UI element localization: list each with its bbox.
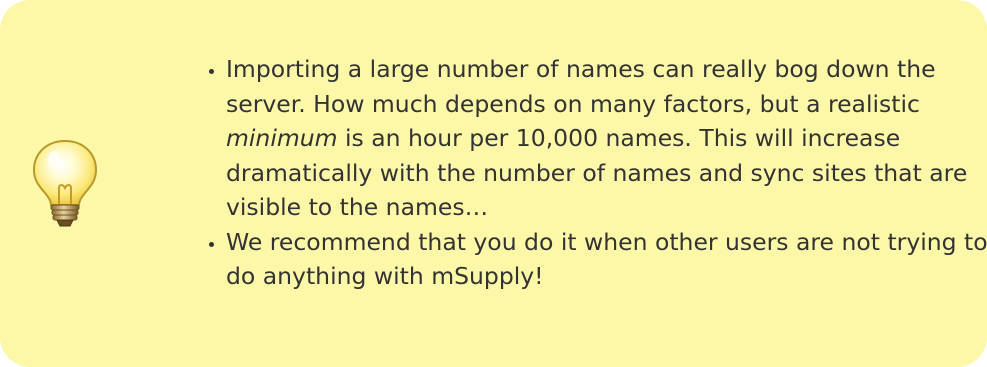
item-text: We recommend that you do it when other u… bbox=[226, 227, 987, 291]
list-item: Importing a large number of names can re… bbox=[226, 52, 987, 225]
tip-list: Importing a large number of names can re… bbox=[196, 52, 987, 294]
tip-note: Importing a large number of names can re… bbox=[0, 0, 987, 367]
lightbulb-icon bbox=[32, 139, 98, 227]
item-text-before: Importing a large number of names can re… bbox=[226, 55, 936, 118]
emphasis-text: minimum bbox=[226, 124, 338, 152]
list-item: We recommend that you do it when other u… bbox=[226, 225, 987, 294]
item-text-after: is an hour per 10,000 names. This will i… bbox=[226, 124, 968, 221]
